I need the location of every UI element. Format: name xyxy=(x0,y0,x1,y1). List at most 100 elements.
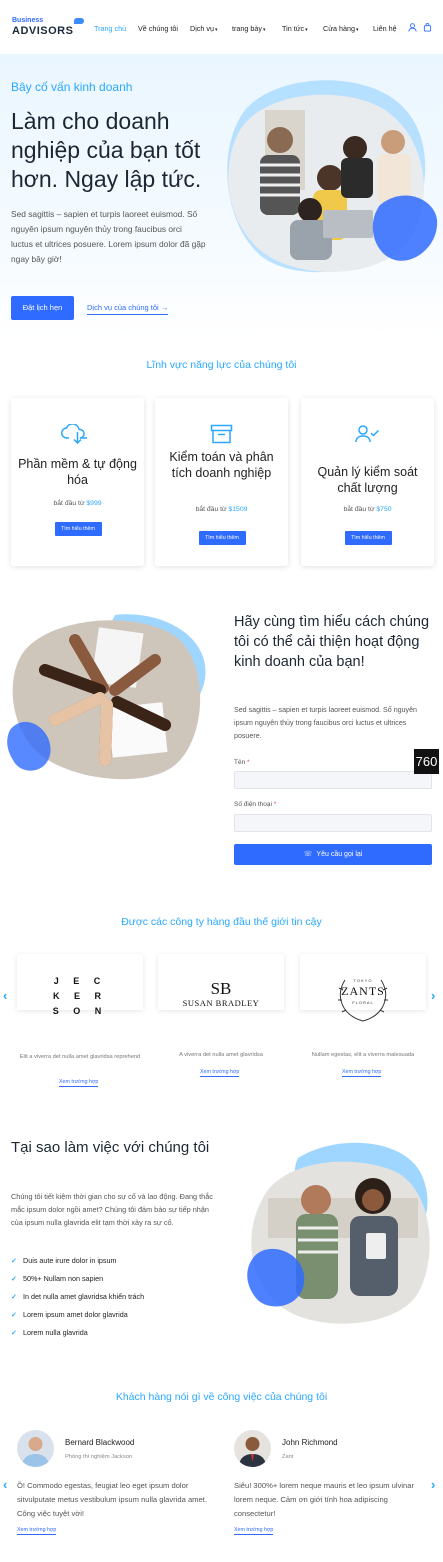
check-label: 50%+ Nullam non sapien xyxy=(23,1274,104,1283)
check-icon: ✓ xyxy=(11,1292,18,1301)
testimonial-role: Phòng thí nghiệm Jackson xyxy=(65,1454,133,1460)
nav-label: Về chúng tôi xyxy=(138,24,178,33)
capability-card: Kiểm toán và phân tích doanh nghiệp bắt … xyxy=(155,398,288,566)
zants-sub-text: FLORAL xyxy=(352,1000,374,1005)
user-icon[interactable] xyxy=(408,23,417,32)
badge-760[interactable]: 760 xyxy=(414,749,439,774)
name-input[interactable] xyxy=(234,771,432,789)
testimonials-title: Khách hàng nói gì về công việc của chúng… xyxy=(115,1391,328,1403)
view-case-link[interactable]: Xem trường hợp xyxy=(200,1069,240,1077)
jeckerson-logo: J E C K E R S O N xyxy=(17,974,143,1019)
price-label: bắt đầu từ xyxy=(343,506,375,513)
required-mark: * xyxy=(247,759,250,766)
check-label: Lorem ipsum amet dolor glavrida xyxy=(23,1310,128,1319)
nav-item-services[interactable]: Dịch vụ▾ xyxy=(190,24,217,33)
client-caption: A viverra det nulla amet glavridsa xyxy=(179,1052,263,1058)
check-icon: ✓ xyxy=(11,1328,18,1337)
testimonial-quote: Ồ! Commodo egestas, feugiat leo eget ips… xyxy=(17,1481,207,1518)
logo-line: J E C xyxy=(53,976,107,986)
logo-line: S O N xyxy=(52,1006,108,1016)
nav-item-news[interactable]: Tin tức▾ xyxy=(282,24,308,33)
view-case-link[interactable]: Xem trường hợp xyxy=(59,1079,99,1087)
check-label: Duis aute irure dolor in ipsum xyxy=(23,1256,117,1265)
client-caption: Nullam egestas, elit a viverra malesuada xyxy=(311,1052,415,1058)
teamwork-image xyxy=(7,614,206,780)
hero-text: Sed sagittis – sapien et turpis laoreet … xyxy=(11,209,206,264)
learn-more-button[interactable]: Tìm hiểu thêm xyxy=(344,531,392,545)
phone-input[interactable] xyxy=(234,814,432,832)
nav-label: Dịch vụ xyxy=(190,24,214,33)
check-icon: ✓ xyxy=(11,1310,18,1319)
nav-item-contact[interactable]: Liên hệ xyxy=(373,24,397,33)
card-title: Phần mềm & tự động hóa xyxy=(18,457,137,487)
card-price: bắt đầu từ $750 xyxy=(301,506,434,513)
check-icon: ✓ xyxy=(11,1256,18,1265)
sb-monogram: SB xyxy=(210,979,232,998)
clients-title: Được các công ty hàng đầu thế giới tin c… xyxy=(121,916,322,928)
button-label: Yêu cầu gọi lại xyxy=(316,851,363,858)
request-callback-button[interactable]: ☏ Yêu cầu gọi lại xyxy=(234,844,432,865)
check-icon: ✓ xyxy=(11,1274,18,1283)
chevron-right-icon[interactable]: › xyxy=(431,988,435,1003)
nav-label: Liên hệ xyxy=(373,24,397,33)
learn-more-button[interactable]: Tìm hiểu thêm xyxy=(54,522,102,536)
testimonial-role: Zant xyxy=(282,1454,294,1460)
hero-eyebrow: Bây cố vấn kinh doanh xyxy=(11,80,133,94)
archive-box-icon xyxy=(210,424,233,444)
chevron-down-icon: ▾ xyxy=(305,27,308,33)
hero-image xyxy=(227,80,438,273)
logo-small-text[interactable]: Business xyxy=(12,17,43,24)
chevron-left-icon[interactable]: ‹ xyxy=(3,1477,7,1492)
client-logo-susan-bradley[interactable]: SB SUSAN BRADLEY xyxy=(158,954,284,1010)
check-item: ✓ Lorem nulla glavrida xyxy=(11,1328,88,1337)
avatar xyxy=(234,1430,271,1467)
link-label: Dịch vụ của chúng tôi xyxy=(87,303,159,312)
chevron-left-icon[interactable]: ‹ xyxy=(3,988,7,1003)
our-services-link[interactable]: Dịch vụ của chúng tôi → xyxy=(87,303,169,315)
testimonial-name: Bernard Blackwood xyxy=(65,1438,135,1447)
capabilities-title: Lĩnh vực năng lực của chúng tôi xyxy=(146,359,297,371)
cart-icon[interactable] xyxy=(423,23,432,32)
nav-item-home[interactable]: Trang chủ xyxy=(94,24,126,33)
logo-text[interactable]: ADVISORS xyxy=(12,25,73,37)
nav-item-showcase[interactable]: trang bày▾ xyxy=(232,24,265,33)
learn-more-button[interactable]: Tìm hiểu thêm xyxy=(198,531,246,545)
why-title: Tại sao làm việc với chúng tôi xyxy=(11,1139,210,1156)
card-price: bắt đầu từ $999 xyxy=(11,500,144,507)
site-header: Business ADVISORS Trang chủ Về chúng tôi… xyxy=(0,0,443,54)
nav-label: Trang chủ xyxy=(94,24,127,33)
check-label: Lorem nulla glavrida xyxy=(23,1328,88,1337)
card-title: Kiểm toán và phân tích doanh nghiệp xyxy=(169,450,274,480)
nav-label: trang bày xyxy=(232,24,262,33)
nav-label: Cửa hàng xyxy=(323,24,355,33)
nav-item-shop[interactable]: Cửa hàng▾ xyxy=(323,24,359,33)
zants-small-text: TOKYO xyxy=(353,978,373,983)
chevron-right-icon[interactable]: › xyxy=(431,1477,435,1492)
chevron-down-icon: ▾ xyxy=(356,27,359,33)
price-label: bắt đầu từ xyxy=(195,506,227,513)
hero-title: Làm cho doanh nghiệp của bạn tốt hơn. Ng… xyxy=(11,108,202,192)
view-case-link[interactable]: Xem trường hợp xyxy=(342,1069,382,1077)
book-appointment-button[interactable]: Đặt lịch hẹn xyxy=(11,296,74,320)
view-case-link[interactable]: Xem trường hợp xyxy=(234,1527,274,1535)
client-logo-zants[interactable]: TOKYO ZANTS FLORAL xyxy=(300,954,426,1022)
chevron-down-icon: ▾ xyxy=(262,27,266,33)
check-item: ✓ In det nulla amet glavridsa khiển trách xyxy=(11,1292,144,1301)
nav-item-about[interactable]: Về chúng tôi xyxy=(138,24,178,33)
view-case-link[interactable]: Xem trường hợp xyxy=(17,1527,57,1535)
name-label: Tên * xyxy=(234,759,250,766)
logo-mark xyxy=(74,18,84,24)
phone-icon: ☏ xyxy=(303,851,313,858)
cloud-download-icon xyxy=(61,424,87,444)
price-value: $750 xyxy=(376,506,392,513)
why-text: Chúng tôi tiết kiệm thời gian cho sự cố … xyxy=(11,1192,213,1227)
card-price: bắt đầu từ $1509 xyxy=(155,506,288,513)
colleagues-image xyxy=(247,1142,430,1324)
client-logo-jeckerson[interactable]: J E C K E R S O N xyxy=(17,954,143,1016)
price-value: $999 xyxy=(86,500,102,507)
label-text: Số điện thoại xyxy=(234,801,272,808)
phone-label: Số điện thoại * xyxy=(234,801,276,808)
chevron-down-icon: ▾ xyxy=(214,27,218,33)
user-check-icon xyxy=(355,425,380,443)
check-item: ✓ Lorem ipsum amet dolor glavrida xyxy=(11,1310,128,1319)
